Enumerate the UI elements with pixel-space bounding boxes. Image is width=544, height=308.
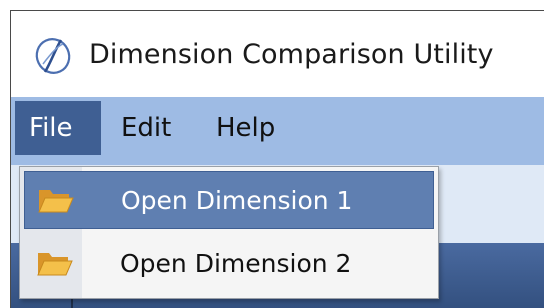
menu-help[interactable]: Help [216, 101, 296, 155]
title-bar: Dimension Comparison Utility [11, 11, 544, 97]
folder-open-icon [37, 253, 73, 276]
menu-item-open-dimension-1[interactable]: Open Dimension 1 [24, 171, 434, 229]
file-dropdown-menu: Open Dimension 1 Open Dimension 2 [19, 166, 439, 299]
menu-file[interactable]: File [15, 101, 101, 155]
window-title: Dimension Comparison Utility [89, 39, 494, 70]
menu-item-label: Open Dimension 1 [121, 186, 353, 215]
app-window: Dimension Comparison Utility File Edit H… [10, 10, 544, 308]
menu-edit[interactable]: Edit [119, 101, 189, 155]
menu-bar: File Edit Help [11, 97, 544, 165]
dimension-logo-icon [35, 38, 71, 74]
menu-item-label: Open Dimension 2 [120, 249, 352, 278]
folder-open-icon [38, 190, 74, 213]
menu-item-open-dimension-2[interactable]: Open Dimension 2 [24, 235, 434, 293]
